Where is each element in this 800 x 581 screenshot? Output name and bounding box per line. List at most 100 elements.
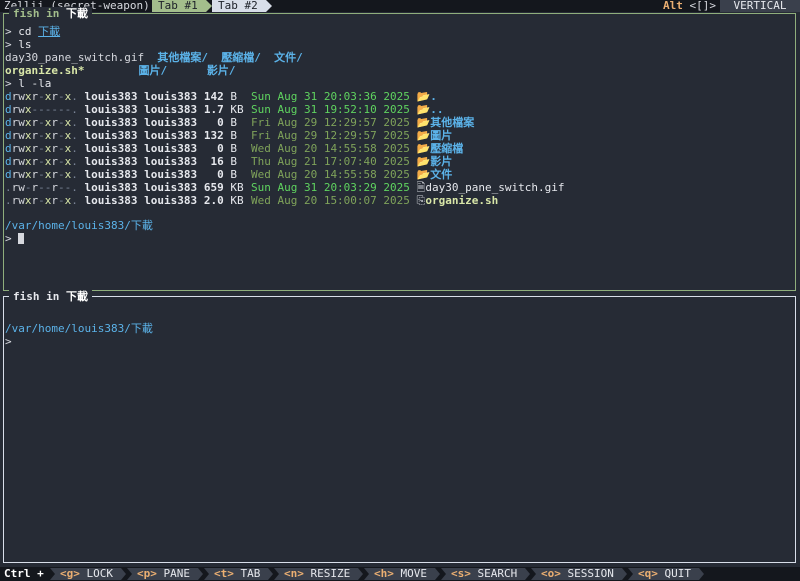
keybind-move[interactable]: <h> MOVE — [364, 567, 440, 580]
tab-2-label: Tab #2 — [218, 0, 258, 12]
pane-2-title-text: fish in — [13, 290, 60, 303]
active-prompt[interactable]: > — [5, 335, 12, 348]
ls-dir: 其他檔案/ — [157, 51, 208, 64]
terminal-pane-1[interactable]: fish in 下載 > cd 下載 > ls day30_pane_switc… — [3, 7, 796, 291]
keybind-lock[interactable]: <g> LOCK — [50, 568, 126, 580]
keybind-pane[interactable]: <p> PANE — [127, 567, 203, 580]
listing-row: drwxr-xr-x. louis383 louis383 0 B Wed Au… — [5, 142, 463, 155]
prompt-symbol: > — [5, 38, 12, 51]
group: louis383 — [144, 103, 198, 116]
entry-name: 其他檔案 — [430, 116, 475, 129]
size-unit: B — [230, 116, 237, 129]
folder-open-icon: 📂 — [416, 90, 431, 103]
size-unit: B — [230, 168, 237, 181]
permissions: drwxr-xr-x. — [5, 168, 78, 181]
size-unit: B — [230, 129, 237, 142]
size-unit: B — [230, 142, 237, 155]
current-directory: /var/home/louis383/下載 — [5, 219, 153, 232]
keybind-label: SESSION — [567, 567, 614, 580]
keybind-label: MOVE — [400, 567, 428, 580]
keybind-search[interactable]: <s> SEARCH — [441, 567, 531, 580]
keybind-key: <h> — [374, 567, 394, 580]
ls-file-exe: organize.sh* — [5, 64, 85, 77]
ls-file-gif: day30_pane_switch.gif — [5, 51, 145, 64]
keybind-session[interactable]: <o> SESSION — [531, 567, 627, 580]
permissions: drwxr-xr-x. — [5, 129, 78, 142]
command-line-ls: > ls — [5, 38, 32, 51]
permissions: drwxr-xr-x. — [5, 90, 78, 103]
keybind-label: PANE — [163, 567, 191, 580]
size-unit: B — [230, 90, 237, 103]
owner: louis383 — [84, 129, 138, 142]
keybind-key: <q> — [638, 567, 658, 580]
listing-row: .rw-r--r--. louis383 louis383 659 KB Sun… — [5, 181, 564, 194]
terminal-pane-2[interactable]: fish in 下載 /var/home/louis383/下載 > — [3, 290, 796, 563]
prompt-symbol: > — [5, 335, 12, 348]
keybind-key: <t> — [214, 567, 234, 580]
group: louis383 — [144, 168, 198, 181]
owner: louis383 — [84, 194, 138, 207]
modified-date: Sun Aug 31 20:03:29 2025 — [250, 181, 410, 194]
entry-name: 圖片 — [430, 129, 453, 142]
size-value: 142 — [203, 90, 224, 103]
size-unit: KB — [230, 194, 244, 207]
pane-1-title-text: fish in — [13, 7, 60, 20]
size-unit: KB — [230, 103, 244, 116]
size-value: 0 — [217, 116, 224, 129]
listing-row: drwxr-xr-x. louis383 louis383 132 B Fri … — [5, 129, 452, 142]
size-value: 1.7 — [203, 103, 224, 116]
modified-date: Sun Aug 31 19:52:10 2025 — [250, 103, 410, 116]
group: louis383 — [144, 155, 198, 168]
owner: louis383 — [84, 90, 138, 103]
current-directory: /var/home/louis383/下載 — [5, 322, 153, 335]
keybind-tab[interactable]: <t> TAB — [204, 567, 274, 580]
keybind-label: TAB — [240, 567, 261, 580]
layout-indicator[interactable]: VERTICAL — [720, 0, 800, 12]
keybind-quit[interactable]: <q> QUIT — [628, 567, 704, 580]
tab-2[interactable]: Tab #2 — [212, 0, 272, 12]
group: louis383 — [144, 181, 198, 194]
modified-date: Thu Aug 21 17:07:40 2025 — [250, 155, 410, 168]
tab-separator-icon — [205, 0, 212, 12]
size-value: 659 — [203, 181, 224, 194]
permissions: drwxr-xr-x. — [5, 116, 78, 129]
listing-row: drwxr-xr-x. louis383 louis383 16 B Thu A… — [5, 155, 452, 168]
permissions: drwxr-xr-x. — [5, 142, 78, 155]
modified-date: Wed Aug 20 14:55:58 2025 — [250, 168, 410, 181]
modified-date: Fri Aug 29 12:29:57 2025 — [250, 116, 410, 129]
permissions: drwx------. — [5, 103, 78, 116]
size-value: 16 — [210, 155, 224, 168]
listing-row: drwx------. louis383 louis383 1.7 KB Sun… — [5, 103, 444, 116]
text-cursor — [18, 233, 25, 244]
entry-name: . — [430, 90, 437, 103]
tab-1[interactable]: Tab #1 — [152, 0, 212, 12]
size-value: 132 — [203, 129, 224, 142]
size-unit: KB — [230, 181, 244, 194]
ls-dir: 文件/ — [274, 51, 303, 64]
keybind-key: <s> — [451, 567, 471, 580]
permissions: .rw-r--r--. — [5, 181, 78, 194]
keybind-resize[interactable]: <n> RESIZE — [274, 567, 364, 580]
group: louis383 — [144, 142, 198, 155]
command-text: l -la — [18, 77, 52, 90]
size-value: 0 — [217, 142, 224, 155]
entry-name: 壓縮檔 — [430, 142, 464, 155]
active-prompt[interactable]: > — [5, 232, 25, 245]
command-text: ls — [18, 38, 32, 51]
pane-2-title: fish in 下載 — [9, 290, 92, 303]
zellij-status-bar: Zellij (secret-weapon) Tab #1 Tab #2 Alt… — [0, 0, 800, 12]
command-line-la: > l -la — [5, 77, 51, 90]
prompt-symbol: > — [5, 77, 12, 90]
keybind-key: <o> — [541, 567, 561, 580]
owner: louis383 — [84, 168, 138, 181]
listing-row: drwxr-xr-x. louis383 louis383 142 B Sun … — [5, 90, 437, 103]
ls-output-row-1: day30_pane_switch.gif 其他檔案/ 壓縮檔/ 文件/ — [5, 51, 303, 64]
entry-name: .. — [430, 103, 444, 116]
owner: louis383 — [84, 181, 138, 194]
size-value: 0 — [217, 168, 224, 181]
keybind-key: <p> — [137, 567, 157, 580]
ls-dir: 影片/ — [206, 64, 236, 77]
ls-dir: 壓縮檔/ — [221, 51, 261, 64]
ls-output-row-2: organize.sh* 圖片/ 影片/ — [5, 64, 235, 77]
keybind-label: RESIZE — [310, 567, 351, 580]
